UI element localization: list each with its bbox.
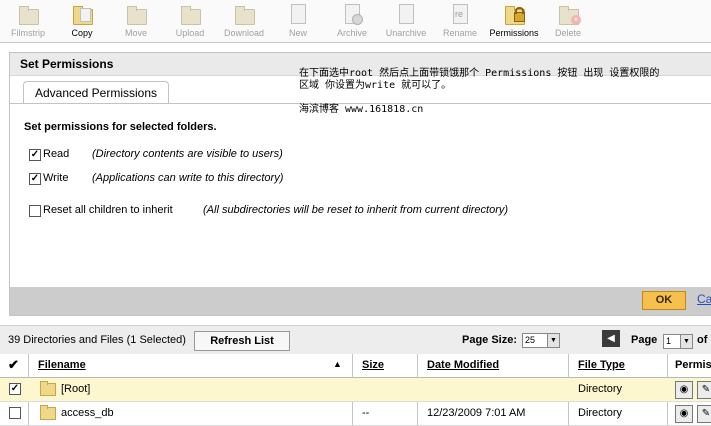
- upload-icon: [179, 3, 201, 25]
- row-filename[interactable]: access_db: [61, 407, 114, 419]
- download-icon: [233, 3, 255, 25]
- reset-inherit-checkbox[interactable]: [29, 205, 41, 217]
- column-permissions: Permis: [675, 359, 711, 371]
- column-filename[interactable]: Filename: [38, 359, 86, 371]
- new-button[interactable]: New: [271, 3, 325, 39]
- delete-icon: ×: [557, 3, 581, 25]
- archive-label: Archive: [336, 28, 367, 38]
- row-checkbox[interactable]: ✓: [9, 383, 21, 395]
- column-date-modified[interactable]: Date Modified: [427, 359, 499, 371]
- select-all-check-icon[interactable]: ✔: [8, 357, 19, 373]
- move-button[interactable]: Move: [109, 3, 163, 39]
- column-file-type[interactable]: File Type: [578, 359, 625, 371]
- copy-button[interactable]: Copy: [55, 3, 109, 39]
- note-line-3: 海滨博客 www.161818.cn: [299, 104, 424, 115]
- reset-inherit-label: Reset all children to inherit: [43, 204, 173, 216]
- selection-count: 39 Directories and Files (1 Selected): [8, 334, 186, 346]
- page-size-select[interactable]: 25 ▼: [522, 333, 560, 348]
- cancel-link[interactable]: Ca: [697, 292, 711, 306]
- row-type: Directory: [578, 383, 623, 395]
- new-icon: [287, 3, 309, 25]
- delete-button[interactable]: × Delete: [541, 3, 595, 39]
- file-table-header: ✔ Filename ▲ Size Date Modified File Typ…: [0, 354, 711, 378]
- copy-label: Copy: [71, 28, 93, 38]
- table-row[interactable]: access_db -- 12/23/2009 7:01 AM Director…: [0, 402, 711, 426]
- of-label: of: [697, 334, 708, 346]
- read-description: (Directory contents are visible to users…: [92, 148, 283, 160]
- chevron-down-icon: ▼: [680, 335, 692, 348]
- page-size-value: 25: [525, 335, 536, 345]
- new-label: New: [288, 28, 307, 38]
- panel-footer: OK Ca: [10, 287, 711, 315]
- move-label: Move: [124, 28, 147, 38]
- note-line-2: 区域 你设置为write 就可以了。: [299, 80, 452, 91]
- page-size-label: Page Size:: [462, 334, 518, 346]
- folder-icon: [40, 405, 56, 420]
- filmstrip-button[interactable]: Filmstrip: [1, 3, 55, 39]
- unarchive-icon: [395, 3, 417, 25]
- unarchive-label: Unarchive: [385, 28, 427, 38]
- folder-icon: [40, 381, 56, 396]
- row-type: Directory: [578, 407, 623, 419]
- permissions-panel: Set Permissions Advanced Permissions 在下面…: [9, 52, 711, 316]
- write-checkbox[interactable]: ✓: [29, 173, 41, 185]
- row-checkbox[interactable]: [9, 407, 21, 419]
- write-label: Write: [43, 172, 69, 184]
- chevron-down-icon: ▼: [547, 334, 559, 347]
- panel-title: Set Permissions: [20, 57, 114, 71]
- ok-button[interactable]: OK: [642, 291, 686, 310]
- column-size[interactable]: Size: [362, 359, 384, 371]
- row-filename[interactable]: [Root]: [61, 383, 90, 395]
- row-date: 12/23/2009 7:01 AM: [427, 407, 526, 419]
- permissions-label: Permissions: [489, 28, 539, 38]
- rename-icon: re: [449, 3, 471, 25]
- arrow-left-icon: ◀: [607, 333, 615, 344]
- read-checkbox[interactable]: ✓: [29, 149, 41, 161]
- view-eye-icon[interactable]: ◉: [675, 381, 693, 399]
- tab-advanced-permissions[interactable]: Advanced Permissions: [23, 81, 169, 104]
- upload-label: Upload: [175, 28, 205, 38]
- edit-pencil-icon[interactable]: ✎: [697, 405, 711, 423]
- permissions-intro: Set permissions for selected folders.: [24, 121, 217, 133]
- upload-button[interactable]: Upload: [163, 3, 217, 39]
- move-icon: [125, 3, 147, 25]
- edit-pencil-icon[interactable]: ✎: [697, 381, 711, 399]
- table-row[interactable]: ✓ [Root] Directory ◉ ✎: [0, 378, 711, 402]
- download-label: Download: [223, 28, 265, 38]
- view-eye-icon[interactable]: ◉: [675, 405, 693, 423]
- page-value: 1: [666, 336, 672, 346]
- rename-label: Rename: [442, 28, 478, 38]
- page-select[interactable]: 1 ▼: [663, 334, 693, 349]
- filmstrip-label: Filmstrip: [11, 28, 45, 38]
- archive-button[interactable]: Archive: [325, 3, 379, 39]
- filmstrip-icon: [17, 3, 39, 25]
- archive-icon: [341, 3, 363, 25]
- toolbar: Filmstrip Copy Move Upload Download New …: [0, 0, 711, 43]
- download-button[interactable]: Download: [217, 3, 271, 39]
- list-toolbar: 39 Directories and Files (1 Selected) Re…: [0, 325, 711, 355]
- write-description: (Applications can write to this director…: [92, 172, 284, 184]
- permissions-lock-icon: [503, 3, 525, 25]
- copy-icon: [71, 3, 93, 25]
- unarchive-button[interactable]: Unarchive: [379, 3, 433, 39]
- delete-label: Delete: [554, 28, 581, 38]
- refresh-list-button[interactable]: Refresh List: [194, 331, 290, 351]
- sort-ascending-icon: ▲: [333, 359, 342, 369]
- row-size: --: [362, 407, 370, 419]
- reset-inherit-description: (All subdirectories will be reset to inh…: [203, 204, 509, 216]
- rename-button[interactable]: re Rename: [433, 3, 487, 39]
- page-label: Page: [631, 334, 658, 346]
- previous-page-button[interactable]: ◀: [602, 330, 620, 347]
- permissions-button[interactable]: Permissions: [487, 3, 541, 39]
- read-label: Read: [43, 148, 70, 160]
